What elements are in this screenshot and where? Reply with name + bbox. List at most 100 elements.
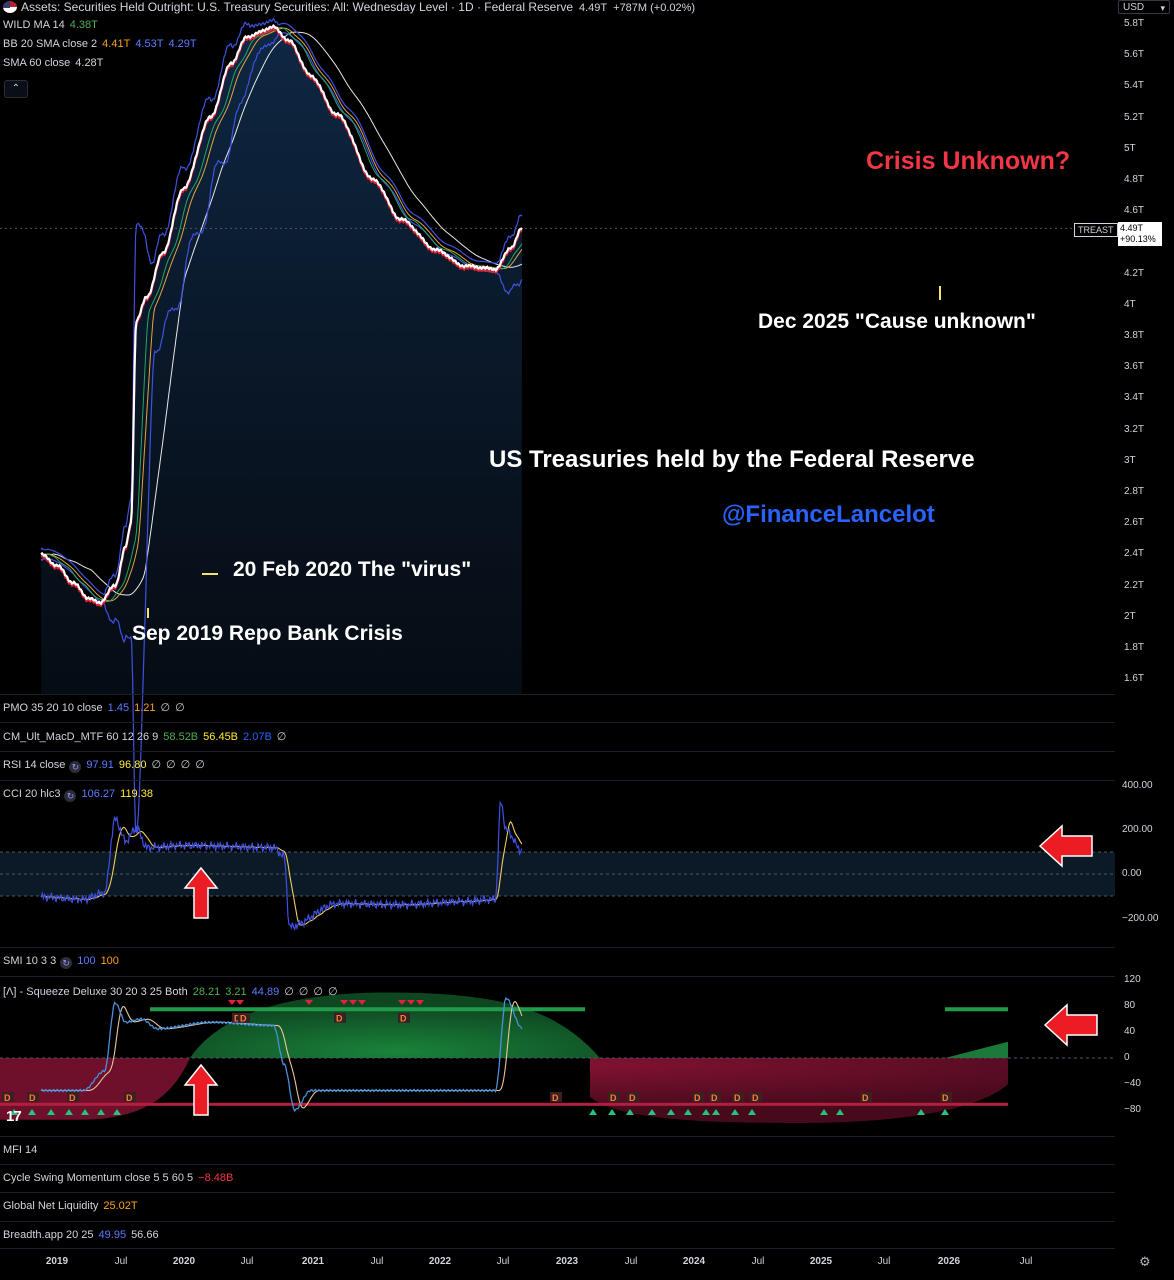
divergence-marker-label: D — [4, 1093, 11, 1103]
time-axis-label: Jul — [370, 1256, 384, 1267]
legend-squeeze-value: 44.89 — [251, 986, 280, 998]
us-flag-icon — [3, 1, 17, 13]
price-axis-label: 3.2T — [1124, 423, 1145, 435]
divergence-marker-label: D — [336, 1014, 343, 1024]
legend-pmo[interactable]: PMO 35 20 10 close 1.45 1.21 ∅ ∅ — [3, 701, 185, 714]
divergence-marker-label: D — [862, 1093, 869, 1103]
divergence-marker-label: D — [69, 1093, 76, 1103]
divergence-marker-label: D — [29, 1093, 36, 1103]
legend-squeeze-value: ∅ — [284, 986, 294, 998]
cci-axis-label: −200.00 — [1122, 913, 1159, 924]
time-axis-label: 2020 — [172, 1256, 196, 1267]
pane-separator[interactable] — [0, 1221, 1115, 1222]
price-axis-label: 5.4T — [1124, 80, 1145, 92]
legend-rsi-value: ∅ — [195, 759, 205, 771]
legend-rsi-value: ∅ — [180, 759, 191, 771]
pane-separator[interactable] — [0, 722, 1115, 723]
legend-cci[interactable]: CCI 20 hlc3 ↻ 106.27 119.38 — [3, 788, 153, 802]
price-axis-label: 1.6T — [1124, 673, 1145, 685]
legend-breadth[interactable]: Breadth.app 20 25 49.95 56.66 — [3, 1229, 159, 1241]
legend-macd-value: ∅ — [276, 731, 287, 743]
pane-separator[interactable] — [0, 780, 1115, 781]
pane-separator[interactable] — [0, 1248, 1115, 1249]
legend-mfi[interactable]: MFI 14 — [3, 1144, 37, 1156]
cci-axis-label: 200.00 — [1122, 824, 1153, 835]
price-axis-label: 4T — [1124, 298, 1136, 310]
legend-overlay-value: 4.38T — [69, 19, 98, 31]
legend-csm-value: −8.48B — [198, 1172, 234, 1184]
price-axis-label: 3.6T — [1124, 361, 1145, 373]
last-price-pct: +90.13% — [1120, 234, 1156, 244]
squeeze-axis-label: 0 — [1124, 1052, 1130, 1063]
header-value: 4.49T — [579, 2, 608, 14]
pane-separator[interactable] — [0, 1136, 1115, 1137]
squeeze-axis-label: 40 — [1124, 1026, 1136, 1037]
header-change: +787M (+0.02%) — [613, 2, 696, 14]
legend-rsi-value: 97.91 — [86, 759, 114, 771]
legend-squeeze[interactable]: [Λ] - Squeeze Deluxe 30 20 3 25 Both 28.2… — [3, 985, 338, 998]
red-arrow-up — [183, 1063, 219, 1116]
sell-triangle — [236, 1000, 244, 1005]
legend-overlay[interactable]: SMA 60 close 4.28T — [3, 57, 103, 69]
legend-macd[interactable]: CM_Ult_MacD_MTF 60 12 26 9 58.52B 56.45B 2.… — [3, 730, 286, 743]
time-axis-label: Jul — [1019, 1256, 1033, 1267]
price-axis-label: 4.2T — [1124, 267, 1145, 279]
legend-squeeze-value: 3.21 — [225, 986, 247, 998]
collapse-legend-button[interactable]: ⌃ — [4, 80, 28, 98]
legend-overlay[interactable]: BB 20 SMA close 2 4.41T 4.53T 4.29T — [3, 38, 197, 50]
legend-cci-value: 106.27 — [81, 788, 116, 800]
pane-separator[interactable] — [0, 976, 1115, 977]
price-axis-label: 2T — [1124, 610, 1136, 622]
pane-separator[interactable] — [0, 1192, 1115, 1193]
cci-band — [0, 852, 1115, 896]
legend-squeeze-value: 28.21 — [192, 986, 221, 998]
time-axis-label: Jul — [240, 1256, 254, 1267]
pane-separator[interactable] — [0, 947, 1115, 948]
legend-global-liquidity[interactable]: Global Net Liquidity 25.02T — [3, 1200, 138, 1212]
divergence-marker-label: D — [552, 1093, 559, 1103]
time-axis-label: Jul — [114, 1256, 128, 1267]
pane-separator[interactable] — [0, 694, 1115, 695]
time-axis-label: 2022 — [428, 1256, 452, 1267]
series-title[interactable]: Assets: Securities Held Outright: U.S. T… — [21, 0, 573, 14]
price-axis-label: 5.6T — [1124, 49, 1145, 61]
legend-squeeze-value: ∅ — [298, 986, 309, 998]
time-axis-label: 2024 — [682, 1256, 706, 1267]
legend-gnl-value: 25.02T — [103, 1200, 138, 1212]
time-axis-label: Jul — [751, 1256, 765, 1267]
cycle-icon: ↻ — [69, 761, 82, 773]
legend-overlay-label: SMA 60 close — [3, 57, 71, 69]
legend-macd-value: 58.52B — [163, 731, 199, 743]
legend-overlay-label: BB 20 SMA close 2 — [3, 38, 98, 50]
legend-pmo-value: 1.21 — [134, 702, 156, 714]
legend-cci-value: 119.38 — [120, 788, 153, 800]
chart-header: Assets: Securities Held Outright: U.S. T… — [0, 0, 1115, 15]
legend-cycle-swing[interactable]: Cycle Swing Momentum close 5 5 60 5 −8.48… — [3, 1172, 233, 1184]
legend-overlay[interactable]: WILD MA 14 4.38T — [3, 19, 98, 31]
pane-separator[interactable] — [0, 751, 1115, 752]
legend-overlay-value: 4.28T — [75, 57, 104, 69]
price-axis-label: 2.8T — [1124, 486, 1145, 497]
legend-rsi[interactable]: RSI 14 close ↻ 97.91 96.80 ∅ ∅ ∅ ∅ — [3, 758, 205, 773]
price-axis-label: 4.6T — [1124, 205, 1145, 217]
price-axis-label: 5T — [1124, 142, 1136, 154]
squeeze-green-cloud-right — [945, 1041, 1008, 1058]
legend-smi-value: 100 — [77, 955, 96, 967]
squeeze-pane: D D D DD D D DD D D D D D D D D — [0, 992, 1115, 1123]
squeeze-lower-band — [0, 1102, 1008, 1106]
legend-breadth-value: 56.66 — [131, 1229, 159, 1241]
squeeze-axis-label: −40 — [1124, 1078, 1141, 1089]
legend-pmo-value: ∅ — [175, 702, 185, 714]
legend-smi[interactable]: SMI 10 3 3 ↻ 100 100 — [3, 955, 119, 969]
divergence-marker-label: D — [400, 1014, 407, 1024]
pane-separator[interactable] — [0, 1164, 1115, 1165]
price-axis-label: 4.8T — [1124, 174, 1145, 185]
divergence-marker-label: D — [629, 1093, 636, 1103]
time-axis-label: Jul — [624, 1256, 638, 1267]
legend-rsi-value: 96.80 — [118, 759, 147, 771]
cci-axis-label: 400.00 — [1122, 780, 1153, 791]
annotation-sep-2019: Sep 2019 Repo Bank Crisis — [132, 622, 403, 645]
currency-select[interactable]: USD — [1118, 0, 1170, 15]
gear-icon[interactable]: ⚙ — [1139, 1254, 1151, 1270]
series-area — [41, 25, 522, 695]
